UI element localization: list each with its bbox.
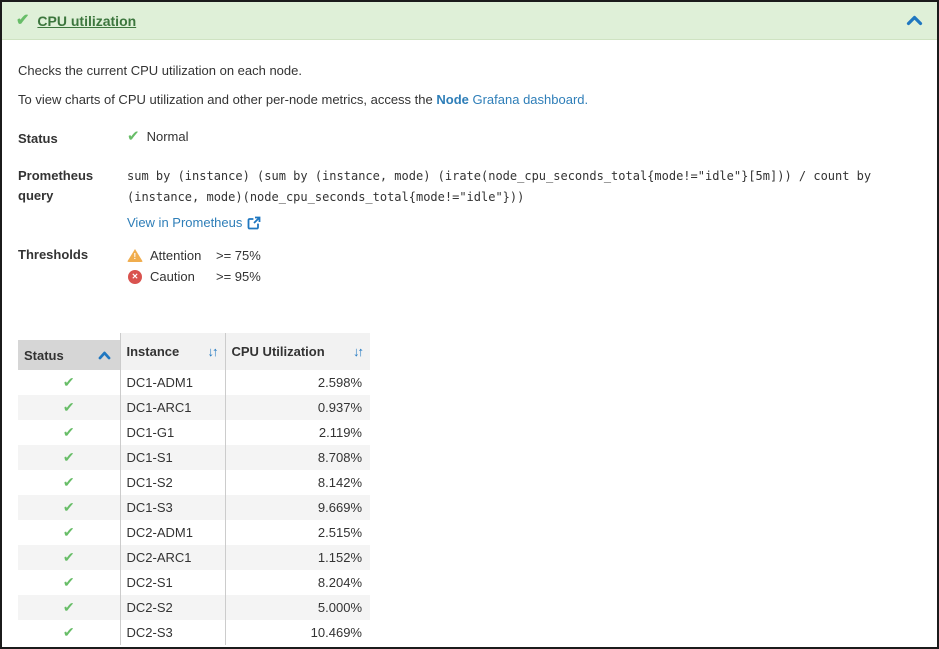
row-status-cell: ✔ (18, 395, 120, 420)
row-status-cell: ✔ (18, 495, 120, 520)
status-ok-icon: ✔ (63, 399, 75, 415)
warning-triangle-icon (127, 249, 143, 262)
row-instance-cell: DC2-ADM1 (120, 520, 225, 545)
status-row: Status ✔ Normal (18, 129, 921, 149)
row-cpu-cell: 2.119% (225, 420, 370, 445)
column-header-cpu[interactable]: CPU Utilization ↓↑ (225, 333, 370, 370)
table-row: ✔ DC2-S310.469% (18, 620, 370, 645)
status-ok-icon: ✔ (63, 449, 75, 465)
row-status-cell: ✔ (18, 470, 120, 495)
row-status-cell: ✔ (18, 520, 120, 545)
table-row: ✔ DC1-S28.142% (18, 470, 370, 495)
thresholds-row: Thresholds Attention >= 75% Caution >= 9… (18, 245, 921, 287)
table-row: ✔ DC2-ADM12.515% (18, 520, 370, 545)
status-ok-icon: ✔ (63, 524, 75, 540)
table-row: ✔ DC1-G12.119% (18, 420, 370, 445)
row-cpu-cell: 2.515% (225, 520, 370, 545)
cpu-utilization-table: Status Instance ↓↑ (18, 333, 370, 645)
status-value: Normal (147, 129, 189, 144)
table-row: ✔ DC1-ARC10.937% (18, 395, 370, 420)
row-instance-cell: DC1-ADM1 (120, 370, 225, 395)
row-cpu-cell: 1.152% (225, 545, 370, 570)
sort-both-icon: ↓↑ (353, 344, 364, 359)
row-status-cell: ✔ (18, 445, 120, 470)
view-in-prometheus-label[interactable]: View in Prometheus (127, 215, 242, 230)
external-link-icon (247, 216, 261, 230)
table-row: ✔ DC2-ARC11.152% (18, 545, 370, 570)
status-ok-icon: ✔ (63, 474, 75, 490)
row-instance-cell: DC1-ARC1 (120, 395, 225, 420)
table-row: ✔ DC1-S18.708% (18, 445, 370, 470)
description-line2: To view charts of CPU utilization and ot… (18, 91, 921, 109)
threshold-caution-condition: >= 95% (216, 269, 261, 284)
row-cpu-cell: 9.669% (225, 495, 370, 520)
status-ok-icon: ✔ (63, 574, 75, 590)
sort-both-icon: ↓↑ (208, 344, 219, 359)
row-cpu-cell: 5.000% (225, 595, 370, 620)
table-row: ✔ DC1-S39.669% (18, 495, 370, 520)
grafana-link-bold[interactable]: Node (436, 92, 472, 107)
sort-ascending-icon (98, 351, 111, 360)
row-status-cell: ✔ (18, 545, 120, 570)
table-header-row: Status Instance ↓↑ (18, 333, 370, 370)
row-cpu-cell: 8.204% (225, 570, 370, 595)
prometheus-query-label: Prometheus query (18, 166, 127, 206)
table-body: ✔ DC1-ADM12.598% ✔ DC1-ARC10.937% ✔ DC1-G12.1… (18, 370, 370, 645)
row-instance-cell: DC2-S2 (120, 595, 225, 620)
row-status-cell: ✔ (18, 620, 120, 645)
table-row: ✔ DC2-S18.204% (18, 570, 370, 595)
threshold-caution: Caution >= 95% (127, 266, 261, 287)
row-status-cell: ✔ (18, 420, 120, 445)
status-ok-icon: ✔ (63, 424, 75, 440)
collapse-chevron-up-icon[interactable] (906, 15, 923, 26)
prometheus-query-code: sum by (instance) (sum by (instance, mod… (127, 166, 887, 208)
column-header-status-label: Status (24, 348, 64, 363)
status-ok-icon: ✔ (127, 129, 140, 144)
column-header-status[interactable]: Status (18, 333, 120, 370)
description-line2-text: To view charts of CPU utilization and ot… (18, 92, 436, 107)
column-header-instance-label: Instance (127, 344, 180, 359)
error-circle-icon (127, 270, 143, 284)
success-check-icon: ✔ (16, 13, 29, 29)
row-instance-cell: DC1-S2 (120, 470, 225, 495)
grafana-link-rest[interactable]: Grafana dashboard. (472, 92, 588, 107)
description-line1: Checks the current CPU utilization on ea… (18, 62, 921, 80)
row-instance-cell: DC2-ARC1 (120, 545, 225, 570)
column-header-cpu-label: CPU Utilization (232, 344, 325, 359)
status-ok-icon: ✔ (63, 599, 75, 615)
row-status-cell: ✔ (18, 595, 120, 620)
threshold-attention-severity: Attention (150, 248, 216, 263)
row-cpu-cell: 8.142% (225, 470, 370, 495)
status-ok-icon: ✔ (63, 374, 75, 390)
row-cpu-cell: 2.598% (225, 370, 370, 395)
row-cpu-cell: 8.708% (225, 445, 370, 470)
accordion-title-link[interactable]: CPU utilization (37, 13, 136, 29)
row-status-cell: ✔ (18, 370, 120, 395)
column-header-instance[interactable]: Instance ↓↑ (120, 333, 225, 370)
row-instance-cell: DC2-S1 (120, 570, 225, 595)
row-instance-cell: DC1-S1 (120, 445, 225, 470)
row-cpu-cell: 10.469% (225, 620, 370, 645)
threshold-caution-severity: Caution (150, 269, 216, 284)
grafana-dashboard-link[interactable]: Node Grafana dashboard. (436, 92, 588, 107)
status-ok-icon: ✔ (63, 499, 75, 515)
status-ok-icon: ✔ (63, 624, 75, 640)
table-row: ✔ DC2-S25.000% (18, 595, 370, 620)
table-row: ✔ DC1-ADM12.598% (18, 370, 370, 395)
thresholds-label: Thresholds (18, 245, 127, 265)
status-ok-icon: ✔ (63, 549, 75, 565)
view-in-prometheus-link[interactable]: View in Prometheus (127, 215, 261, 230)
cpu-utilization-panel: ✔ CPU utilization Checks the current CPU… (0, 0, 939, 649)
row-status-cell: ✔ (18, 570, 120, 595)
threshold-attention: Attention >= 75% (127, 245, 261, 266)
prometheus-row: Prometheus query sum by (instance) (sum … (18, 166, 921, 230)
accordion-header[interactable]: ✔ CPU utilization (2, 2, 937, 40)
status-label: Status (18, 129, 127, 149)
row-instance-cell: DC1-G1 (120, 420, 225, 445)
row-cpu-cell: 0.937% (225, 395, 370, 420)
accordion-body: Checks the current CPU utilization on ea… (2, 40, 937, 645)
row-instance-cell: DC1-S3 (120, 495, 225, 520)
threshold-attention-condition: >= 75% (216, 248, 261, 263)
row-instance-cell: DC2-S3 (120, 620, 225, 645)
